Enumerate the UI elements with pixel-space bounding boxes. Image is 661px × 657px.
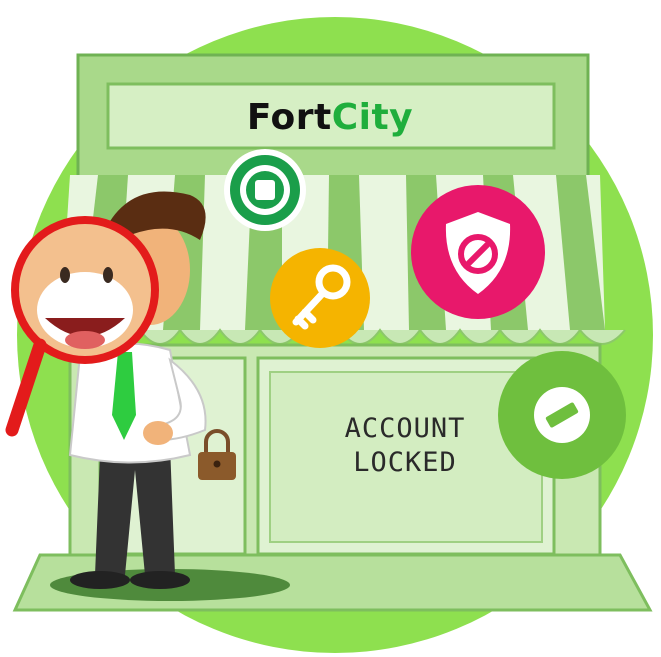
sign-line-1: ACCOUNT [344, 413, 466, 444]
account-locked-sign: ACCOUNT LOCKED [290, 412, 520, 480]
brand-part-city: City [331, 96, 414, 138]
stop-icon [224, 149, 306, 231]
shield-blocked-icon [411, 185, 545, 319]
key-icon [270, 248, 370, 348]
brand-part-fort: Fort [246, 96, 332, 138]
brand-logo: Fort City [110, 88, 550, 146]
sign-line-2: LOCKED [353, 447, 457, 478]
